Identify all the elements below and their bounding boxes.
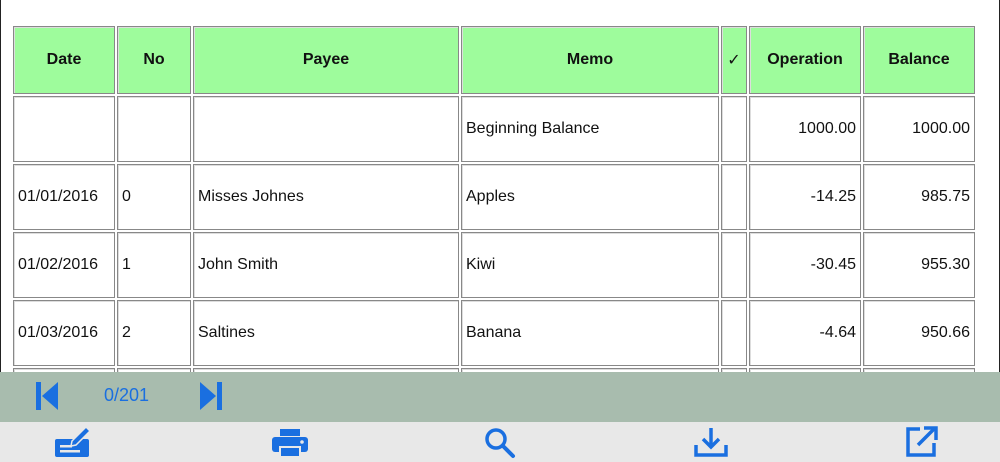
col-header-cleared[interactable]: ✓ <box>721 26 747 94</box>
cell-date <box>13 96 115 162</box>
cell-memo: Kiwi <box>461 232 719 298</box>
bottom-toolbar <box>0 422 1000 462</box>
header-row: Date No Payee Memo ✓ Operation Balance <box>13 26 975 94</box>
cell-memo: Beginning Balance <box>461 96 719 162</box>
ledger-view: Date No Payee Memo ✓ Operation Balance B… <box>0 0 1000 373</box>
pager-bar: 0/201 <box>0 372 1000 422</box>
cell-no: 2 <box>117 300 191 366</box>
cell-operation: 1000.00 <box>749 96 861 162</box>
table-row[interactable]: Beginning Balance 1000.00 1000.00 <box>13 96 975 162</box>
cell-cleared[interactable] <box>721 232 747 298</box>
print-button[interactable] <box>270 424 310 460</box>
new-transaction-button[interactable] <box>52 424 92 460</box>
col-header-no[interactable]: No <box>117 26 191 94</box>
page-counter: 0/201 <box>104 385 150 405</box>
col-header-date[interactable]: Date <box>13 26 115 94</box>
col-header-memo[interactable]: Memo <box>461 26 719 94</box>
col-header-balance[interactable]: Balance <box>863 26 975 94</box>
table-row[interactable]: 01/03/2016 2 Saltines Banana -4.64 950.6… <box>13 300 975 366</box>
search-icon <box>485 428 515 458</box>
cell-memo: Banana <box>461 300 719 366</box>
cell-operation: -14.25 <box>749 164 861 230</box>
skip-last-icon <box>200 382 222 410</box>
cell-date: 01/03/2016 <box>13 300 115 366</box>
table-row[interactable]: 01/02/2016 1 John Smith Kiwi -30.45 955.… <box>13 232 975 298</box>
open-external-icon <box>906 426 938 457</box>
export-button[interactable] <box>902 424 942 460</box>
skip-first-icon <box>36 382 58 410</box>
cell-balance: 985.75 <box>863 164 975 230</box>
download-icon <box>694 428 728 457</box>
cell-cleared[interactable] <box>721 300 747 366</box>
cell-balance: 950.66 <box>863 300 975 366</box>
cell-no: 0 <box>117 164 191 230</box>
cell-payee: Misses Johnes <box>193 164 459 230</box>
cell-date: 01/02/2016 <box>13 232 115 298</box>
print-icon <box>272 429 308 458</box>
cell-no <box>117 96 191 162</box>
cell-payee: John Smith <box>193 232 459 298</box>
search-button[interactable] <box>480 424 520 460</box>
download-button[interactable] <box>691 424 731 460</box>
cell-operation: -4.64 <box>749 300 861 366</box>
cell-date: 01/01/2016 <box>13 164 115 230</box>
cell-cleared[interactable] <box>721 164 747 230</box>
cell-operation: -30.45 <box>749 232 861 298</box>
table-row[interactable]: 01/01/2016 0 Misses Johnes Apples -14.25… <box>13 164 975 230</box>
first-page-button[interactable] <box>36 382 60 410</box>
ledger-table: Date No Payee Memo ✓ Operation Balance B… <box>11 24 977 372</box>
cell-payee <box>193 96 459 162</box>
cell-no: 1 <box>117 232 191 298</box>
col-header-operation[interactable]: Operation <box>749 26 861 94</box>
edit-check-icon <box>55 425 92 457</box>
cell-balance: 1000.00 <box>863 96 975 162</box>
cell-balance: 955.30 <box>863 232 975 298</box>
cell-memo: Apples <box>461 164 719 230</box>
cell-cleared[interactable] <box>721 96 747 162</box>
last-page-button[interactable] <box>198 382 222 410</box>
col-header-payee[interactable]: Payee <box>193 26 459 94</box>
cell-payee: Saltines <box>193 300 459 366</box>
